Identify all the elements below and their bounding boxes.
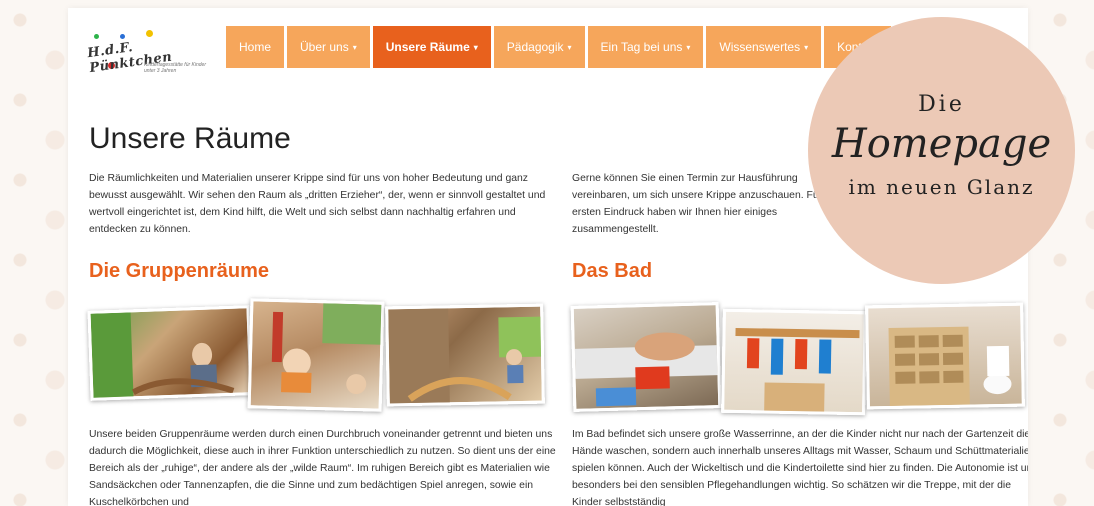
photo-bad-2[interactable]	[721, 308, 867, 416]
screenshot-frame: H.d.F. Pünktchen Kindertagesstätte für K…	[0, 0, 1094, 506]
logo-dot-green	[94, 34, 99, 39]
nav-item-ein-tag-bei-uns[interactable]: Ein Tag bei uns ▾	[587, 26, 704, 68]
chevron-down-icon: ▾	[473, 42, 478, 52]
photo-gruppenraum-1[interactable]	[87, 305, 253, 401]
photo-gruppenraum-3-image	[388, 308, 545, 407]
logo-dot-blue	[120, 34, 125, 39]
nav-item-über-uns[interactable]: Über uns ▾	[287, 26, 370, 68]
nav-item-pädagogik[interactable]: Pädagogik ▾	[493, 26, 585, 68]
page-title: Unsere Räume	[89, 122, 291, 155]
nav-item-wissenswertes[interactable]: Wissenswertes ▾	[706, 26, 822, 68]
photo-bad-3[interactable]	[865, 302, 1025, 410]
intro-text-right: Gerne können Sie einen Termin zur Hausfü…	[572, 173, 851, 235]
photo-gruppenraum-3[interactable]	[385, 303, 545, 407]
photo-bad-2-image	[735, 327, 860, 414]
nav-item-home[interactable]: Home	[226, 26, 285, 68]
promo-badge: Die Homepage im neuen Glanz	[808, 17, 1075, 284]
photo-bad-3-image	[888, 326, 1012, 406]
main-navigation: Home Über uns ▾ Unsere Räume ▾ Pädagogik ▾ Ein …	[226, 26, 891, 68]
photo-gruppenraum-2[interactable]	[247, 298, 385, 412]
chevron-down-icon: ▾	[567, 42, 572, 52]
intro-text-left: Die Räumlichkeiten und Materialien unser…	[89, 173, 546, 235]
badge-line-3: im neuen Glanz	[848, 175, 1035, 199]
site-logo[interactable]: H.d.F. Pünktchen Kindertagesstätte für K…	[86, 28, 206, 78]
photo-bad-1[interactable]	[570, 302, 722, 412]
badge-line-2: Homepage	[831, 121, 1052, 167]
section-text-gruppenraeume: Unsere beiden Gruppenräume werden durch …	[89, 429, 556, 506]
badge-line-1: Die	[918, 92, 965, 117]
logo-subtitle: Kindertagesstätte für Kinder unter 3 Jah…	[144, 62, 206, 74]
photo-gruppenraum-2-image	[271, 303, 385, 395]
section-heading-bad: Das Bad	[572, 260, 653, 282]
nav-item-label: Unsere Räume	[385, 40, 470, 54]
nav-item-label: Ein Tag bei uns	[600, 40, 683, 54]
photo-gruppenraum-1-image	[90, 312, 235, 401]
nav-item-label: Home	[239, 40, 272, 54]
chevron-down-icon: ▾	[804, 42, 809, 52]
section-heading-gruppenraeume: Die Gruppenräume	[89, 260, 270, 282]
nav-item-unsere-räume[interactable]: Unsere Räume ▾	[372, 26, 491, 68]
chevron-down-icon: ▾	[352, 42, 357, 52]
nav-item-label: Pädagogik	[506, 40, 564, 54]
nav-item-label: Wissenswertes	[719, 40, 801, 54]
chevron-down-icon: ▾	[686, 42, 691, 52]
logo-dot-yellow	[146, 30, 153, 37]
section-text-bad: Im Bad befindet sich unsere große Wasser…	[572, 429, 1028, 506]
photo-bad-1-image	[574, 332, 722, 407]
nav-item-label: Über uns	[300, 40, 349, 54]
